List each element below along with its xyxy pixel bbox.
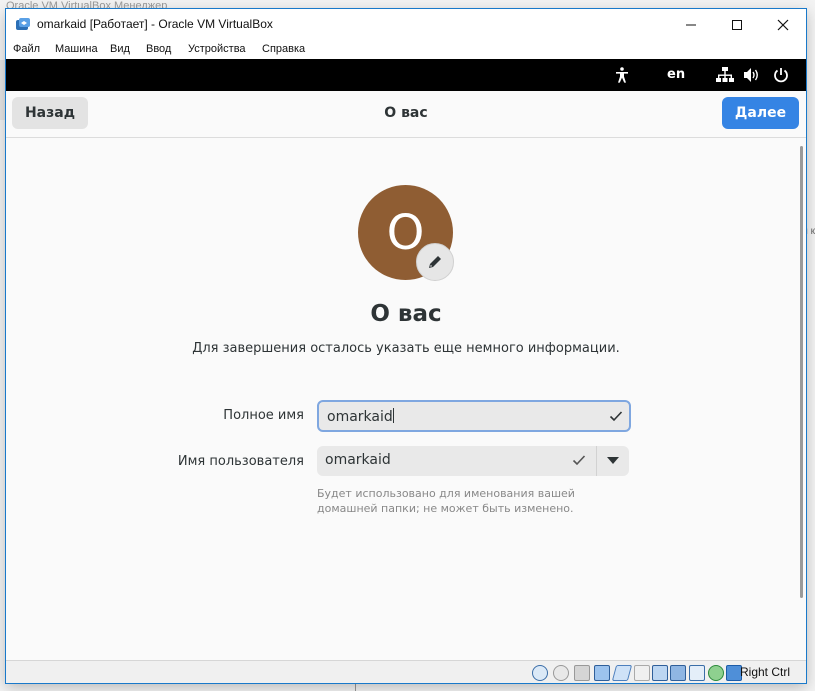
background-divider — [355, 682, 356, 691]
setup-header-bar: Назад О вас Далее — [6, 91, 806, 138]
chevron-down-icon[interactable] — [607, 457, 619, 465]
language-indicator[interactable]: en — [667, 67, 685, 82]
minimize-button[interactable] — [668, 9, 714, 40]
full-name-value: omarkaid — [327, 409, 393, 425]
menu-devices[interactable]: Устройства — [188, 43, 246, 55]
username-combo[interactable]: omarkaid — [317, 446, 629, 476]
username-hint: Будет использовано для именования вашей … — [317, 487, 575, 515]
check-icon — [609, 411, 623, 422]
about-you-page: O О вас Для завершения осталось указать … — [6, 138, 806, 660]
about-heading: О вас — [370, 301, 442, 327]
virtualbox-vm-window: omarkaid [Работает] - Oracle VM VirtualB… — [6, 9, 806, 683]
menu-view[interactable]: Вид — [110, 43, 130, 55]
minimize-icon — [686, 24, 696, 25]
vm-status-bar: Right Ctrl — [6, 660, 806, 683]
usb-icon[interactable] — [611, 665, 633, 681]
mouse-integration-icon[interactable] — [708, 665, 724, 681]
gnome-top-bar: en — [6, 59, 806, 91]
video-capture-icon[interactable] — [670, 665, 686, 681]
pencil-icon — [429, 256, 441, 268]
title-bar[interactable]: omarkaid [Работает] - Oracle VM VirtualB… — [6, 9, 806, 40]
power-icon[interactable] — [773, 67, 789, 83]
check-icon — [572, 455, 586, 466]
page-title: О вас — [384, 105, 428, 121]
volume-icon[interactable] — [743, 67, 761, 83]
maximize-button[interactable] — [714, 9, 760, 40]
full-name-label: Полное имя — [223, 408, 304, 423]
optical-drive-icon[interactable] — [553, 665, 569, 681]
audio-icon[interactable] — [574, 665, 590, 681]
network-icon[interactable] — [716, 67, 734, 83]
maximize-icon — [732, 19, 742, 30]
virtualbox-icon — [16, 18, 30, 30]
text-cursor — [392, 408, 394, 423]
accessibility-icon[interactable] — [615, 67, 629, 83]
combo-separator — [596, 446, 597, 476]
shared-folders-icon[interactable] — [634, 665, 650, 681]
close-button[interactable] — [760, 9, 806, 40]
window-title: omarkaid [Работает] - Oracle VM VirtualB… — [37, 17, 273, 31]
hard-disk-icon[interactable] — [532, 665, 548, 681]
menu-file[interactable]: Файл — [13, 43, 40, 55]
next-button[interactable]: Далее — [722, 97, 799, 129]
username-value: omarkaid — [325, 452, 391, 468]
network-adapter-icon[interactable] — [594, 665, 610, 681]
menu-help[interactable]: Справка — [262, 43, 305, 55]
host-key-label: Right Ctrl — [740, 665, 791, 679]
menu-machine[interactable]: Машина — [55, 43, 98, 55]
full-name-input[interactable]: omarkaid — [317, 400, 631, 432]
menu-input[interactable]: Ввод — [146, 43, 171, 55]
username-label: Имя пользователя — [177, 454, 304, 469]
menu-bar: Файл Машина Вид Ввод Устройства Справка — [6, 40, 806, 59]
cpu-icon[interactable] — [689, 665, 705, 681]
about-subtitle: Для завершения осталось указать еще немн… — [192, 341, 620, 356]
scrollbar[interactable] — [800, 146, 803, 598]
display-icon[interactable] — [652, 665, 668, 681]
close-icon — [777, 19, 789, 30]
edit-avatar-button[interactable] — [416, 243, 454, 281]
